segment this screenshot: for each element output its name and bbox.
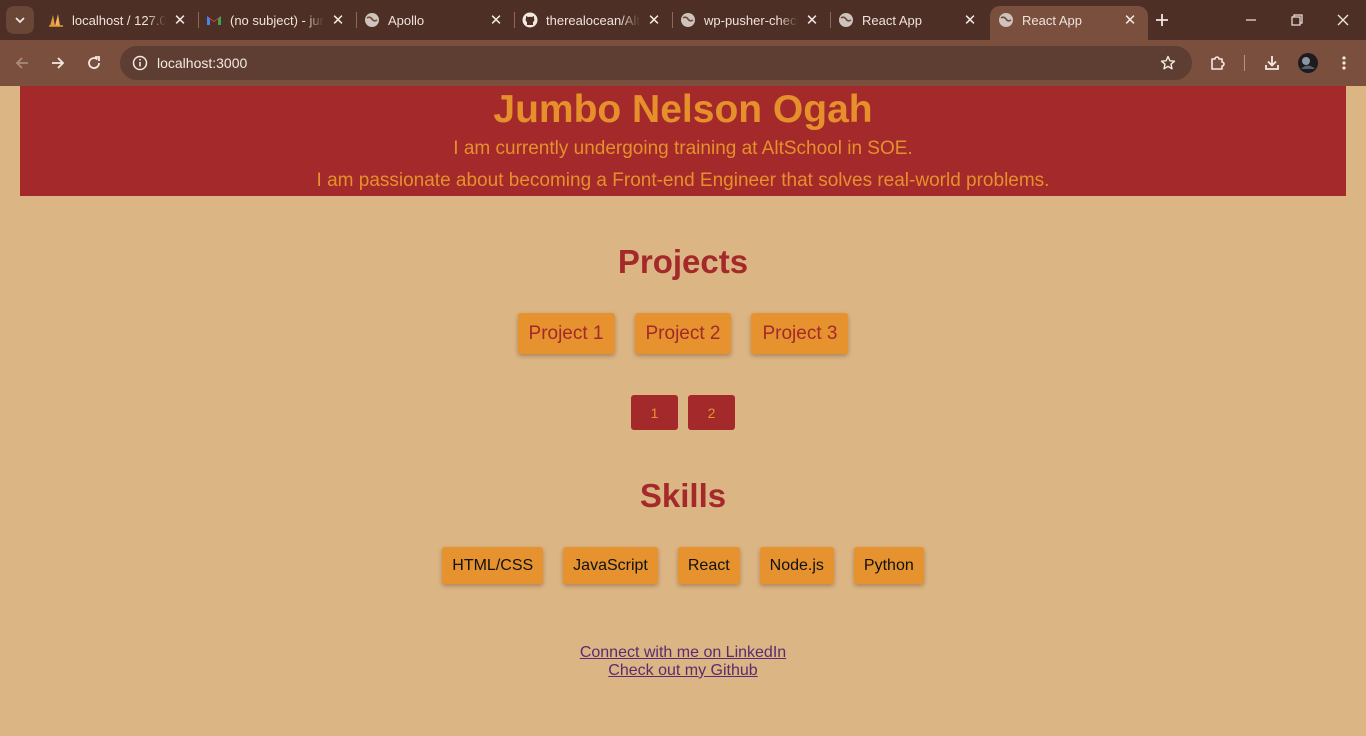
linkedin-link[interactable]: Connect with me on LinkedIn xyxy=(580,644,786,662)
social-links: Connect with me on LinkedIn Check out my… xyxy=(0,644,1366,680)
page-title: Jumbo Nelson Ogah xyxy=(493,88,873,131)
pagination: 1 2 xyxy=(0,395,1366,430)
phpmyadmin-icon xyxy=(48,12,64,28)
url-text[interactable]: localhost:3000 xyxy=(157,55,247,71)
projects-list: Project 1 Project 2 Project 3 xyxy=(0,313,1366,354)
tab-title: (no subject) - jumbo xyxy=(230,12,324,28)
close-icon[interactable]: ✕ xyxy=(488,12,504,29)
avatar-icon xyxy=(1298,53,1318,73)
tab-github[interactable]: therealocean/AltSchool ✕ xyxy=(514,6,673,34)
site-info-icon[interactable] xyxy=(128,51,152,75)
close-icon xyxy=(1337,14,1349,26)
skills-list: HTML/CSS JavaScript React Node.js Python xyxy=(0,547,1366,584)
tab-phpmyadmin[interactable]: localhost / 127.0.0.1 ✕ xyxy=(40,6,199,34)
globe-icon xyxy=(680,12,696,28)
puzzle-icon xyxy=(1211,56,1225,70)
arrow-right-icon xyxy=(52,57,65,69)
address-bar[interactable]: localhost:3000 xyxy=(120,46,1192,80)
menu-button[interactable] xyxy=(1329,48,1359,78)
page-content: Jumbo Nelson Ogah I am currently undergo… xyxy=(0,86,1366,736)
chevron-down-icon xyxy=(15,17,25,24)
globe-icon xyxy=(838,12,854,28)
projects-heading: Projects xyxy=(617,243,749,280)
skill-javascript[interactable]: JavaScript xyxy=(563,547,658,584)
github-icon xyxy=(522,12,538,28)
download-icon xyxy=(1265,56,1279,70)
minimize-icon xyxy=(1246,19,1256,21)
restore-button[interactable] xyxy=(1274,0,1320,40)
intro-line-passion: I am passionate about becoming a Front-e… xyxy=(316,170,1050,191)
hero-header: Jumbo Nelson Ogah I am currently undergo… xyxy=(20,86,1346,196)
tab-title: Apollo xyxy=(388,12,425,28)
page-2-button[interactable]: 2 xyxy=(688,395,735,430)
tab-gmail[interactable]: (no subject) - jumbo ✕ xyxy=(198,6,357,34)
close-icon[interactable]: ✕ xyxy=(962,12,978,29)
tab-title: React App xyxy=(1022,12,1082,28)
back-button[interactable] xyxy=(7,48,37,78)
forward-button[interactable] xyxy=(43,48,73,78)
page-1-button[interactable]: 1 xyxy=(631,395,678,430)
close-icon[interactable]: ✕ xyxy=(330,12,346,29)
skill-python[interactable]: Python xyxy=(853,547,924,584)
kebab-menu-icon xyxy=(1342,56,1346,70)
profile-avatar[interactable] xyxy=(1293,48,1323,78)
plus-icon xyxy=(1156,14,1168,26)
skill-html-css[interactable]: HTML/CSS xyxy=(442,547,544,584)
skill-react[interactable]: React xyxy=(677,547,740,584)
tab-title: React App xyxy=(862,12,922,28)
close-window-button[interactable] xyxy=(1320,0,1366,40)
toolbar-divider xyxy=(1244,55,1245,71)
tab-strip: localhost / 127.0.0.1 ✕ (no subject) - j… xyxy=(0,0,1366,40)
tab-title: localhost / 127.0.0.1 xyxy=(72,12,166,28)
tab-wp-pusher[interactable]: wp-pusher-check ✕ xyxy=(672,6,831,34)
star-icon[interactable] xyxy=(1158,53,1178,73)
minimize-button[interactable] xyxy=(1228,0,1274,40)
github-link[interactable]: Check out my Github xyxy=(608,662,757,680)
tab-apollo[interactable]: Apollo ✕ xyxy=(356,6,515,34)
reload-icon xyxy=(88,56,100,69)
tab-title: wp-pusher-check xyxy=(704,12,798,28)
tab-react-app-active[interactable]: React App ✕ xyxy=(990,6,1148,40)
arrow-left-icon xyxy=(15,57,28,69)
gmail-icon xyxy=(206,12,222,28)
new-tab-button[interactable] xyxy=(1150,8,1174,32)
intro-line-training: I am currently undergoing training at Al… xyxy=(453,138,913,159)
close-icon[interactable]: ✕ xyxy=(804,12,820,29)
close-icon[interactable]: ✕ xyxy=(172,12,188,29)
close-icon[interactable]: ✕ xyxy=(1122,12,1138,29)
browser-toolbar: localhost:3000 xyxy=(0,40,1366,86)
skills-heading: Skills xyxy=(639,477,727,514)
globe-icon xyxy=(998,12,1014,28)
close-icon[interactable]: ✕ xyxy=(646,12,662,29)
tab-react-app-1[interactable]: React App ✕ xyxy=(830,6,988,34)
extensions-button[interactable] xyxy=(1203,48,1233,78)
project-3-button[interactable]: Project 3 xyxy=(751,313,849,354)
skill-nodejs[interactable]: Node.js xyxy=(759,547,834,584)
project-2-button[interactable]: Project 2 xyxy=(634,313,732,354)
globe-icon xyxy=(364,12,380,28)
project-1-button[interactable]: Project 1 xyxy=(517,313,615,354)
reload-button[interactable] xyxy=(79,48,109,78)
tab-search-button[interactable] xyxy=(6,6,34,34)
tab-title: therealocean/AltSchool xyxy=(546,12,640,28)
downloads-button[interactable] xyxy=(1257,48,1287,78)
restore-icon xyxy=(1291,14,1303,26)
